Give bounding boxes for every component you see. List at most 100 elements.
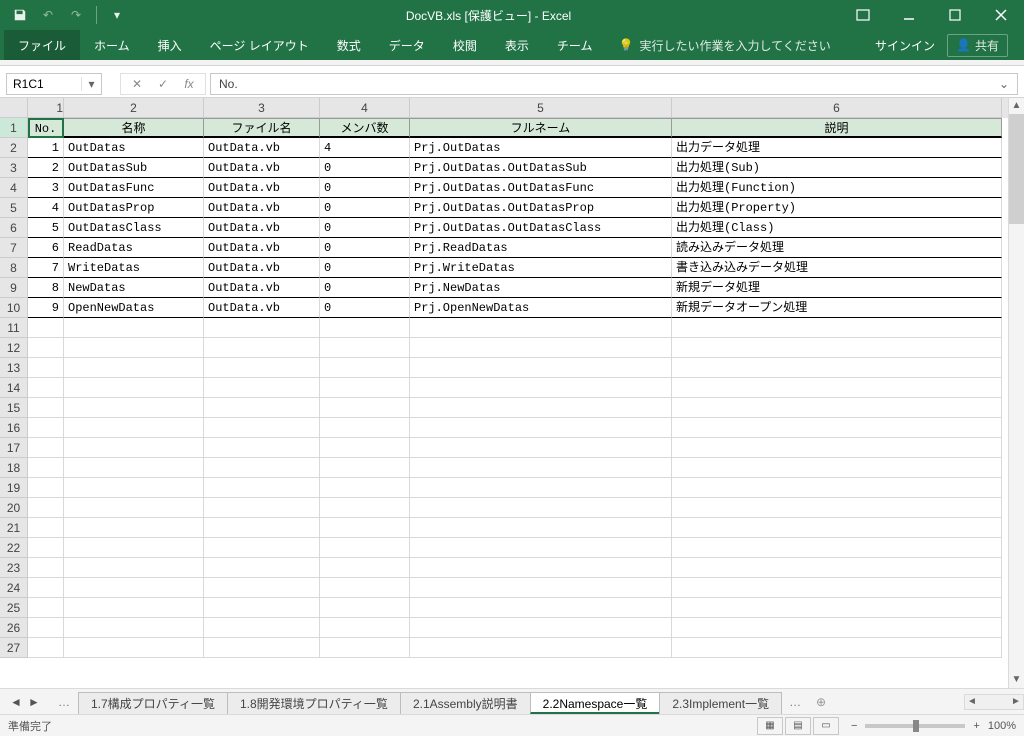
cell[interactable] xyxy=(672,478,1002,498)
cell[interactable]: OutData.vb xyxy=(204,278,320,298)
tab-nav-next-icon[interactable]: ► xyxy=(26,695,42,709)
row-header[interactable]: 25 xyxy=(0,598,28,618)
cell[interactable]: OutData.vb xyxy=(204,138,320,158)
cell[interactable]: 2 xyxy=(28,158,64,178)
cell[interactable]: OutData.vb xyxy=(204,158,320,178)
col-header[interactable]: 1 xyxy=(28,98,64,118)
enter-icon[interactable]: ✓ xyxy=(155,77,171,91)
cell[interactable]: OutDatasFunc xyxy=(64,178,204,198)
cell[interactable]: ファイル名 xyxy=(204,118,320,138)
cell[interactable] xyxy=(410,558,672,578)
cell[interactable] xyxy=(64,618,204,638)
row-header[interactable]: 1 xyxy=(0,118,28,138)
zoom-level[interactable]: 100% xyxy=(988,720,1016,732)
cell[interactable] xyxy=(320,338,410,358)
cell[interactable]: OpenNewDatas xyxy=(64,298,204,318)
zoom-slider[interactable] xyxy=(865,724,965,728)
sheet-tab[interactable]: 2.1Assembly説明書 xyxy=(400,692,531,714)
cell[interactable] xyxy=(64,378,204,398)
cell[interactable] xyxy=(204,318,320,338)
cell[interactable]: Prj.OutDatas.OutDatasProp xyxy=(410,198,672,218)
tab-view[interactable]: 表示 xyxy=(491,30,543,60)
cell[interactable]: 0 xyxy=(320,298,410,318)
col-header[interactable]: 3 xyxy=(204,98,320,118)
cell[interactable]: 新規データ処理 xyxy=(672,278,1002,298)
cell[interactable] xyxy=(64,578,204,598)
cell[interactable]: NewDatas xyxy=(64,278,204,298)
cell[interactable] xyxy=(672,638,1002,658)
cell[interactable] xyxy=(28,538,64,558)
cell[interactable] xyxy=(64,538,204,558)
cell[interactable]: 出力処理(Property) xyxy=(672,198,1002,218)
cell[interactable]: OutData.vb xyxy=(204,238,320,258)
cell[interactable] xyxy=(320,358,410,378)
cell[interactable]: Prj.OutDatas.OutDatasClass xyxy=(410,218,672,238)
cell[interactable] xyxy=(410,538,672,558)
col-header[interactable]: 4 xyxy=(320,98,410,118)
cell[interactable] xyxy=(28,338,64,358)
cell[interactable] xyxy=(320,458,410,478)
cell[interactable] xyxy=(64,338,204,358)
fx-icon[interactable]: fx xyxy=(181,77,197,91)
cell[interactable]: 出力処理(Class) xyxy=(672,218,1002,238)
cell[interactable]: 0 xyxy=(320,198,410,218)
tab-review[interactable]: 校閲 xyxy=(439,30,491,60)
cell[interactable] xyxy=(28,438,64,458)
cell[interactable] xyxy=(410,458,672,478)
formula-expand-icon[interactable]: ⌄ xyxy=(999,77,1009,91)
cell[interactable] xyxy=(410,478,672,498)
cell[interactable] xyxy=(28,638,64,658)
row-header[interactable]: 10 xyxy=(0,298,28,318)
tell-me-search[interactable]: 💡 実行したい作業を入力してください xyxy=(606,37,842,54)
normal-view-icon[interactable]: ▦ xyxy=(757,717,783,735)
cell[interactable]: 出力データ処理 xyxy=(672,138,1002,158)
col-header[interactable]: 5 xyxy=(410,98,672,118)
name-box-dropdown-icon[interactable]: ▾ xyxy=(81,77,101,91)
tab-nav-prev-icon[interactable]: ◄ xyxy=(8,695,24,709)
cell[interactable]: 9 xyxy=(28,298,64,318)
hscroll-left-icon[interactable]: ◄ xyxy=(965,696,979,707)
cell[interactable] xyxy=(28,378,64,398)
row-header[interactable]: 26 xyxy=(0,618,28,638)
cell[interactable] xyxy=(204,578,320,598)
col-header[interactable]: 6 xyxy=(672,98,1002,118)
hscroll-right-icon[interactable]: ► xyxy=(1009,696,1023,707)
row-header[interactable]: 15 xyxy=(0,398,28,418)
cell[interactable] xyxy=(204,398,320,418)
zoom-in-button[interactable]: + xyxy=(973,720,979,732)
cell[interactable]: 新規データオープン処理 xyxy=(672,298,1002,318)
minimize-icon[interactable] xyxy=(886,0,932,30)
cell[interactable] xyxy=(320,478,410,498)
cell[interactable]: OutDatasClass xyxy=(64,218,204,238)
cell[interactable] xyxy=(410,518,672,538)
cell[interactable] xyxy=(672,538,1002,558)
cell[interactable] xyxy=(28,518,64,538)
row-header[interactable]: 7 xyxy=(0,238,28,258)
cell[interactable]: OutData.vb xyxy=(204,298,320,318)
cell[interactable] xyxy=(28,598,64,618)
cell[interactable]: 6 xyxy=(28,238,64,258)
cell[interactable] xyxy=(320,438,410,458)
row-header[interactable]: 4 xyxy=(0,178,28,198)
cell[interactable] xyxy=(672,318,1002,338)
cell[interactable] xyxy=(672,378,1002,398)
cell[interactable] xyxy=(28,618,64,638)
cell[interactable]: 3 xyxy=(28,178,64,198)
cell[interactable] xyxy=(410,338,672,358)
ribbon-display-icon[interactable] xyxy=(840,0,886,30)
row-header[interactable]: 12 xyxy=(0,338,28,358)
cell[interactable]: 0 xyxy=(320,258,410,278)
cell[interactable] xyxy=(64,558,204,578)
row-header[interactable]: 9 xyxy=(0,278,28,298)
cell[interactable] xyxy=(28,318,64,338)
tabs-overflow-right[interactable]: … xyxy=(781,695,809,709)
cell[interactable] xyxy=(28,398,64,418)
cell[interactable] xyxy=(204,478,320,498)
cell[interactable] xyxy=(320,598,410,618)
cell[interactable] xyxy=(64,438,204,458)
cell[interactable]: Prj.OpenNewDatas xyxy=(410,298,672,318)
zoom-slider-knob[interactable] xyxy=(913,720,919,732)
row-header[interactable]: 18 xyxy=(0,458,28,478)
row-header[interactable]: 20 xyxy=(0,498,28,518)
cell[interactable] xyxy=(28,458,64,478)
